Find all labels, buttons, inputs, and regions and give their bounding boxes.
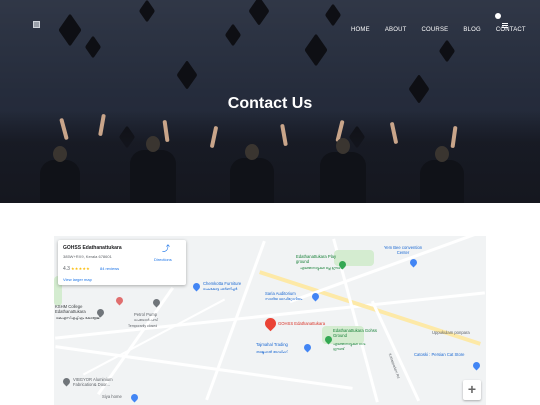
directions-icon[interactable]: ⤴ (162, 245, 170, 253)
place-vibgyor[interactable]: VIBGYOR Aluminium Fabrication& Door... (73, 377, 133, 387)
head-shape (146, 136, 160, 152)
place-saria-ml: സാരിയ ഓഡിറ്റോറിയം (265, 297, 303, 301)
head-shape (336, 138, 350, 154)
main-nav: HOME ABOUT COURSE BLOG CONTACT (351, 27, 540, 33)
gown-shape (130, 150, 176, 203)
rating-stars-icon: ★★★★★ (71, 266, 90, 271)
directions-link[interactable]: Directions (154, 257, 172, 262)
gown-shape (230, 158, 274, 203)
place-saria[interactable]: Saria Auditorium (265, 291, 315, 296)
card-rating: 4.3 (63, 266, 70, 272)
place-tajmahal-ml: താജ്മഹൽ ട്രേഡിംഗ് (256, 350, 288, 354)
place-kshm-ml: കെഎസ്എച്ച്എം കോളേജ് (56, 316, 100, 320)
card-place-name: GOHSS Edathanattukara (63, 245, 122, 251)
nav-home[interactable]: HOME (351, 27, 370, 33)
place-catoski[interactable]: Catoski : Persian Cat Store (414, 352, 468, 357)
place-tajmahal[interactable]: Tajmahal Trading (256, 342, 304, 347)
nav-blog[interactable]: BLOG (463, 27, 480, 33)
page-title: Contact Us (227, 95, 313, 112)
map-info-card: GOHSS Edathanattukara 385W+RX9, Kerala 6… (58, 240, 186, 285)
map-zoom-in-button[interactable]: + (463, 380, 481, 400)
cart-badge-icon[interactable] (495, 13, 501, 19)
place-yem-bee[interactable]: Yem Bee convention Center (378, 245, 428, 255)
view-larger-map-link[interactable]: View larger map (63, 277, 92, 282)
site-logo[interactable] (33, 21, 40, 28)
place-petrol[interactable]: Petrol Pump (134, 312, 174, 317)
nav-contact[interactable]: CONTACT (496, 27, 526, 33)
card-address: 385W+RX9, Kerala 678601 (63, 254, 112, 259)
place-chemkotta-ml: ചെംകോട്ട ഫർണിച്ചർ (203, 287, 238, 291)
hamburger-menu-icon[interactable] (502, 23, 508, 28)
place-gohss-ground-ml: എടത്തനാട്ടുകര ഗവ. ഗ്രൗണ്ട് (333, 342, 367, 351)
gown-shape (40, 160, 80, 203)
gown-shape (420, 160, 464, 203)
nav-about[interactable]: ABOUT (385, 27, 407, 33)
place-petrol-ml: പെട്രോൾ പമ്പ് (134, 318, 158, 322)
place-siya[interactable]: Siya home (102, 394, 132, 399)
gown-shape (320, 152, 366, 203)
hero-banner: HOME ABOUT COURSE BLOG CONTACT Contact U… (0, 0, 540, 203)
head-shape (53, 146, 67, 162)
place-chemkotta[interactable]: Chemkotta Furniture (203, 281, 263, 286)
place-petrol-status: Temporarily closed (128, 324, 158, 328)
head-shape (245, 144, 259, 160)
nav-course[interactable]: COURSE (421, 27, 448, 33)
place-gohss[interactable]: GOHSS Edathanattukara (278, 321, 348, 326)
head-shape (435, 146, 449, 162)
card-reviews-link[interactable]: 84 reviews (100, 266, 119, 271)
place-kshm[interactable]: KSHM College Edathanattukara (55, 304, 101, 314)
place-uppukulam[interactable]: Uppukulam ponpara (432, 330, 484, 335)
place-gohss-ground[interactable]: Edathanattukara Gohss Ground (333, 328, 381, 338)
